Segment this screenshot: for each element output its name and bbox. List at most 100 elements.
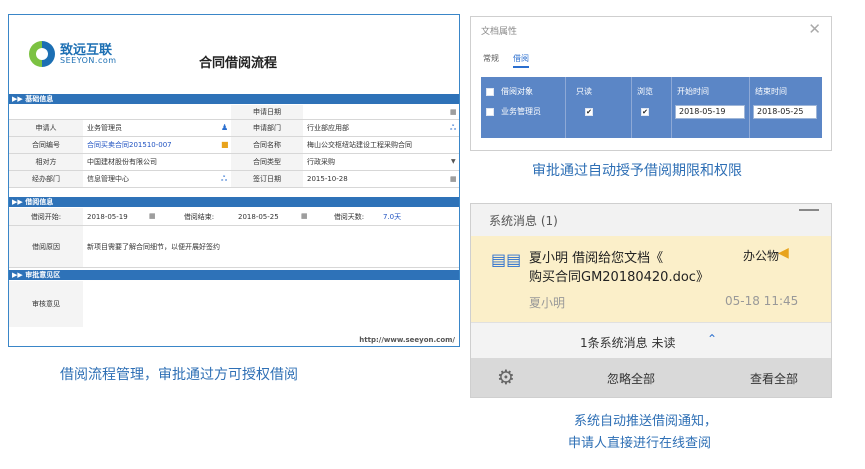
caption-notify-2: 申请人直接进行在线查阅: [568, 436, 712, 451]
label-contract-no: 合同编号: [9, 137, 83, 153]
end-time-input[interactable]: 2018-05-25: [753, 105, 817, 119]
label-contract-type: 合同类型: [231, 154, 303, 170]
header-start: 开始时间: [677, 87, 709, 96]
header-readonly: 只读: [576, 87, 592, 96]
dept-picker-icon[interactable]: ஃ: [221, 175, 227, 183]
logo-en: SEEYON.com: [60, 55, 117, 65]
message-tag: 办公物: [743, 249, 780, 263]
notif-footer: ⚙ 忽略全部 查看全部: [471, 358, 831, 397]
row-opinion: 审核意见: [9, 281, 459, 327]
contract-borrow-form: 致远互联 SEEYON.com 合同借阅流程 ▶▶ 基础信息 申请日期 ▦ 申请…: [8, 14, 460, 347]
apply-date-field[interactable]: [303, 105, 459, 119]
header-end: 结束时间: [755, 87, 787, 96]
opinion-field[interactable]: [83, 281, 459, 327]
section-basic: ▶▶ 基础信息: [9, 94, 459, 104]
label-handler-dept: 经办部门: [9, 171, 83, 187]
label-contract-name: 合同名称: [231, 137, 303, 153]
label-apply-date: 申请日期: [231, 105, 303, 119]
document-icon: ▤▤: [491, 250, 522, 269]
unread-count: 1条系统消息 未读: [580, 336, 676, 350]
header-browse: 浏览: [637, 87, 653, 96]
dept-field[interactable]: 行业部应用部: [303, 120, 459, 136]
ignore-all-button[interactable]: 忽略全部: [607, 370, 655, 387]
row-checkbox[interactable]: [486, 102, 494, 122]
tag-icon: ◀: [778, 245, 789, 261]
view-all-button[interactable]: 查看全部: [750, 370, 798, 387]
label-opinion: 审核意见: [9, 281, 83, 327]
label-borrow-end: 借阅结束:: [183, 212, 215, 221]
section-borrow-label: 借阅信息: [25, 198, 54, 206]
tab-general[interactable]: 常规: [483, 53, 499, 68]
tab-borrow[interactable]: 借阅: [513, 53, 529, 68]
message-time: 05-18 11:45: [725, 294, 799, 308]
notif-title: 系统消息 (1): [489, 214, 558, 228]
contract-lookup-icon[interactable]: ■: [221, 141, 229, 149]
row-contract-no: 合同编号 合同买卖合同201510-007 ■ 合同名称 梅山公交枢纽站建设工程…: [9, 137, 459, 154]
section-basic-label: 基础信息: [25, 95, 54, 103]
browse-checkbox[interactable]: ✔: [641, 102, 649, 122]
counterparty-field[interactable]: 中国建材股份有限公司: [83, 154, 231, 170]
message-line2: 购买合同GM20180420.doc》: [529, 270, 709, 285]
caption-perm: 审批通过自动授予借阅期限和权限: [532, 163, 742, 179]
row-handler-dept: 经办部门 信息管理中心 ஃ 签订日期 2015-10-28 ▦: [9, 171, 459, 188]
message-line1: 夏小明 借阅给您文档《: [529, 251, 664, 266]
label-counterparty: 相对方: [9, 154, 83, 170]
person-picker-icon[interactable]: ♟: [221, 124, 228, 132]
section-review-label: 审批意见区: [25, 271, 61, 279]
seeyon-logo-icon: [29, 41, 55, 67]
row-borrow-period: 借阅开始: 2018-05-19 ▦ 借阅结束: 2018-05-25 ▦ 借阅…: [9, 208, 459, 226]
row-applicant: 申请人 业务管理员 ♟ 申请部门 行业部应用部 ஃ: [9, 120, 459, 137]
borrow-end-field[interactable]: 2018-05-25: [234, 208, 299, 225]
section-review: ▶▶ 审批意见区: [9, 270, 459, 280]
borrow-start-field[interactable]: 2018-05-19: [83, 208, 145, 225]
label-reason: 借阅原因: [9, 226, 83, 267]
applicant-field[interactable]: 业务管理员: [83, 120, 231, 136]
reason-field[interactable]: 新项目需要了解合同细节，以便开展好签约: [83, 226, 459, 267]
borrow-days-value: 7.0天: [383, 212, 402, 221]
label-borrow-days: 借阅天数:: [333, 212, 365, 221]
section-borrow: ▶▶ 借阅信息: [9, 197, 459, 207]
calendar-icon[interactable]: ▦: [149, 213, 156, 220]
dept-picker-icon[interactable]: ஃ: [450, 124, 456, 132]
readonly-checkbox[interactable]: ✔: [585, 102, 593, 122]
row-reason: 借阅原因 新项目需要了解合同细节，以便开展好签约: [9, 226, 459, 268]
seeyon-logo: 致远互联 SEEYON.com: [29, 41, 117, 67]
row-apply-date: 申请日期 ▦: [9, 105, 459, 120]
sign-date-field[interactable]: 2015-10-28: [303, 171, 459, 187]
unread-bar[interactable]: 1条系统消息 未读 ⌃: [471, 322, 831, 358]
chevron-down-icon[interactable]: ▼: [451, 159, 456, 165]
table-header-row: 借阅对象 只读 浏览 开始时间 结束时间: [481, 82, 822, 102]
system-message-popup: 系统消息 (1) ▤▤ 夏小明 借阅给您文档《 购买合同GM20180420.d…: [470, 203, 832, 398]
form-title: 合同借阅流程: [199, 56, 278, 71]
message-card[interactable]: ▤▤ 夏小明 借阅给您文档《 购买合同GM20180420.doc》 办公物 ◀…: [471, 236, 831, 322]
row-counterparty: 相对方 中国建材股份有限公司 合同类型 行政采购 ▼: [9, 154, 459, 171]
dialog-title: 文档属性: [481, 27, 518, 37]
caption-notify-1: 系统自动推送借阅通知，: [574, 414, 718, 429]
header-target: 借阅对象: [501, 87, 533, 96]
chevron-up-icon[interactable]: ⌃: [707, 332, 717, 346]
contract-no-link[interactable]: 合同买卖合同201510-007: [83, 137, 231, 153]
label-sign-date: 签订日期: [231, 171, 303, 187]
calendar-icon[interactable]: ▦: [450, 176, 457, 183]
borrow-permission-table: 借阅对象 只读 浏览 开始时间 结束时间 业务管理员 ✔ ✔ 2018-05-1…: [481, 77, 822, 138]
document-properties-dialog: 文档属性 ✕ 常规 借阅 借阅对象 只读 浏览 开始时间 结束时间 业务管理员 …: [470, 16, 832, 151]
footer-url[interactable]: http://www.seeyon.com/: [359, 336, 455, 344]
row-target: 业务管理员: [501, 107, 541, 116]
contract-name-field[interactable]: 梅山公交枢纽站建设工程采购合同: [303, 137, 459, 153]
message-sender: 夏小明: [529, 296, 566, 310]
calendar-icon[interactable]: ▦: [301, 213, 308, 220]
label-applicant: 申请人: [9, 120, 83, 136]
logo-cn: 致远互联: [60, 42, 113, 58]
handler-dept-field[interactable]: 信息管理中心: [83, 171, 231, 187]
caption-flow: 借阅流程管理，审批通过方可授权借阅: [60, 367, 298, 383]
calendar-icon[interactable]: ▦: [450, 109, 457, 116]
start-time-input[interactable]: 2018-05-19: [675, 105, 745, 119]
label-borrow-start: 借阅开始:: [9, 208, 83, 225]
gear-icon[interactable]: ⚙: [497, 365, 515, 389]
table-row: 业务管理员 ✔ ✔ 2018-05-19 2018-05-25: [481, 102, 822, 122]
select-all-checkbox[interactable]: [486, 82, 494, 102]
minimize-icon[interactable]: [799, 209, 819, 211]
contract-type-select[interactable]: 行政采购: [303, 154, 459, 170]
label-dept: 申请部门: [231, 120, 303, 136]
close-icon[interactable]: ✕: [808, 20, 821, 38]
